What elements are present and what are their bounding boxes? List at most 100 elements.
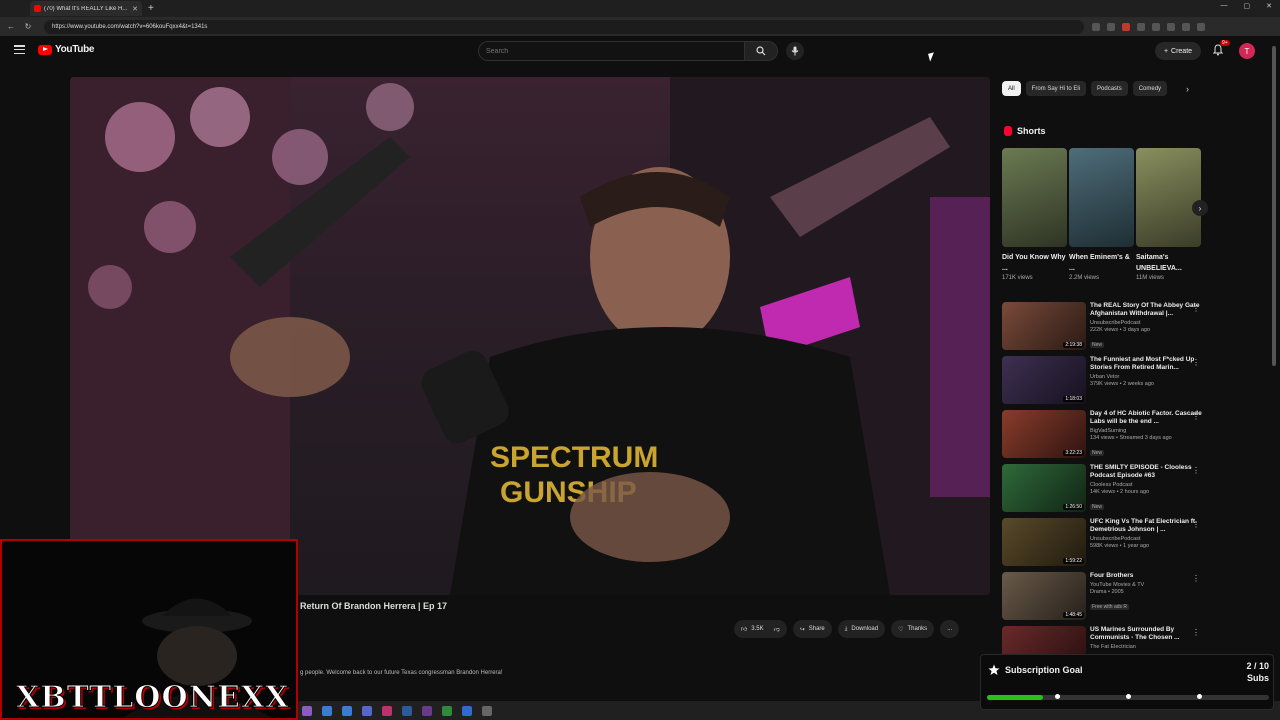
profile-icon[interactable] [1182,22,1190,31]
recommendation-title[interactable]: The REAL Story Of The Abbey Gate Afghani… [1090,302,1202,318]
chevron-right-icon[interactable]: › [1186,84,1189,94]
favorites-icon[interactable] [1152,22,1160,31]
short-thumbnail[interactable] [1136,148,1201,247]
video-thumbnail[interactable]: 1:18:03 [1002,356,1086,404]
reload-icon[interactable]: ↻ [22,22,34,31]
list-item[interactable]: 3:22:23 Day 4 of HC Abiotic Factor. Casc… [1002,410,1202,464]
short-item[interactable]: When Eminem's & ... 2.2M views [1069,148,1134,281]
more-vert-icon[interactable]: ⋮ [1192,304,1200,313]
recommendation-title[interactable]: UFC King Vs The Fat Electrician ft. Deme… [1090,518,1202,534]
video-thumbnail[interactable]: 1:59:22 [1002,518,1086,566]
more-actions-button[interactable]: ... [940,620,960,638]
download-button[interactable]: ⤓ Download [837,620,886,638]
list-item[interactable]: 1:48:45 Four Brothers YouTube Movies & T… [1002,572,1202,626]
recommendation-title[interactable]: Four Brothers [1090,572,1202,580]
short-item[interactable]: Did You Know Why ... 171K views [1002,148,1067,281]
url-field[interactable]: https://www.youtube.com/watch?v=606kouFq… [44,19,1084,34]
app-icon[interactable] [302,705,312,716]
chip-comedy[interactable]: Comedy [1132,81,1168,96]
extensions-icon[interactable] [1137,22,1145,31]
channel-name[interactable]: UnsubscribePodcast [1090,320,1202,326]
extension-icons [1092,22,1205,31]
short-thumbnail[interactable] [1002,148,1067,247]
list-item[interactable]: 1:59:22 UFC King Vs The Fat Electrician … [1002,518,1202,572]
settings-menu-icon[interactable] [1197,22,1205,31]
video-thumbnail[interactable]: 3:22:23 [1002,410,1086,458]
shorts-heading: Shorts [1004,126,1046,136]
youtube-logo[interactable]: YouTube [38,44,95,55]
search-button[interactable] [745,41,778,61]
goal-milestone-marker [1055,694,1060,699]
account-avatar[interactable]: T [1239,43,1255,59]
steam-icon[interactable] [402,705,412,716]
minimize-icon[interactable]: — [1221,2,1228,10]
more-vert-icon[interactable]: ⋮ [1192,466,1200,475]
thumbs-down-icon[interactable]: 👎︎ [774,625,780,633]
shorts-next-chevron-icon[interactable]: › [1192,200,1208,216]
recommendation-title[interactable]: US Marines Surrounded By Communists - Th… [1090,626,1202,642]
excel-icon[interactable] [442,705,452,716]
short-thumbnail[interactable] [1069,148,1134,247]
channel-name[interactable]: The Fat Electrician [1090,644,1202,650]
more-vert-icon[interactable]: ⋮ [1192,574,1200,583]
hamburger-menu-icon[interactable] [14,45,25,54]
youtube-favicon-icon [34,5,41,12]
filter-chips: All From Say Hi to Eli Podcasts Comedy [1002,81,1168,96]
microphone-icon [791,46,799,56]
short-title[interactable]: When Eminem's & ... [1069,252,1134,274]
page-scrollbar[interactable] [1272,46,1276,366]
browser-tab[interactable]: (70) What It's REALLY Like H... ✕ [30,1,142,16]
channel-name[interactable]: Urban Vetor [1090,374,1202,380]
video-thumbnail[interactable]: 2:19:38 [1002,302,1086,350]
share-button[interactable]: ↪ Share [792,620,832,638]
thanks-button[interactable]: ♡ Thanks [891,620,935,638]
video-meta: 379K views • 2 weeks ago [1090,381,1154,387]
reader-icon[interactable] [1092,22,1100,31]
more-vert-icon[interactable]: ⋮ [1192,412,1200,421]
channel-name[interactable]: YouTube Movies & TV [1090,582,1202,588]
list-item[interactable]: 1:26:50 THE SMILTY EPISODE - Clooless Po… [1002,464,1202,518]
collections-icon[interactable] [1167,22,1175,31]
chip-all[interactable]: All [1002,81,1021,96]
list-item[interactable]: 1:18:03 The Funniest and Most F*cked Up … [1002,356,1202,410]
more-vert-icon[interactable]: ⋮ [1192,520,1200,529]
app-icon[interactable] [422,705,432,716]
create-button[interactable]: + Create [1155,42,1201,60]
close-window-icon[interactable]: ✕ [1266,2,1272,10]
app-icon[interactable] [462,705,472,716]
short-item[interactable]: Saitama's UNBELIEVA... 11M views [1136,148,1201,281]
short-title[interactable]: Saitama's UNBELIEVA... [1136,252,1201,274]
back-icon[interactable]: ← [5,22,17,31]
extension-icon[interactable] [1122,22,1130,31]
list-item[interactable]: 2:19:38 The REAL Story Of The Abbey Gate… [1002,302,1202,356]
recommendation-title[interactable]: Day 4 of HC Abiotic Factor. Cascade Labs… [1090,410,1202,426]
video-meta: Drama • 2005 [1090,589,1124,595]
video-description[interactable]: g people. Welcome back to our future Tex… [300,670,503,676]
search-input[interactable] [478,41,745,61]
new-tab-icon[interactable]: + [148,3,154,14]
more-vert-icon[interactable]: ⋮ [1192,628,1200,637]
channel-name[interactable]: Clooless Podcast [1090,482,1202,488]
video-meta: 134 views • Streamed 3 days ago [1090,435,1172,441]
short-title[interactable]: Did You Know Why ... [1002,252,1067,274]
more-vert-icon[interactable]: ⋮ [1192,358,1200,367]
video-player[interactable]: SPECTRUM GUNSHIP [70,77,990,595]
chip-from-say-hi-to-eli[interactable]: From Say Hi to Eli [1025,81,1087,96]
channel-name[interactable]: BigVadSurning [1090,428,1202,434]
app-icon[interactable] [322,705,332,716]
star-icon[interactable] [1107,22,1115,31]
like-button[interactable]: 👍︎ 3.5K 👎︎ [734,620,787,638]
channel-name[interactable]: UnsubscribePodcast [1090,536,1202,542]
app-icon[interactable] [362,705,372,716]
app-icon[interactable] [382,705,392,716]
settings-gear-icon[interactable] [482,705,492,716]
recommendation-title[interactable]: THE SMILTY EPISODE - Clooless Podcast Ep… [1090,464,1202,480]
voice-search-button[interactable] [786,42,804,60]
app-icon[interactable] [342,705,352,716]
video-thumbnail[interactable]: 1:26:50 [1002,464,1086,512]
video-thumbnail[interactable]: 1:48:45 [1002,572,1086,620]
recommendation-title[interactable]: The Funniest and Most F*cked Up Stories … [1090,356,1202,372]
chip-podcasts[interactable]: Podcasts [1091,81,1128,96]
close-tab-icon[interactable]: ✕ [132,5,138,13]
maximize-icon[interactable]: ▢ [1244,2,1251,10]
